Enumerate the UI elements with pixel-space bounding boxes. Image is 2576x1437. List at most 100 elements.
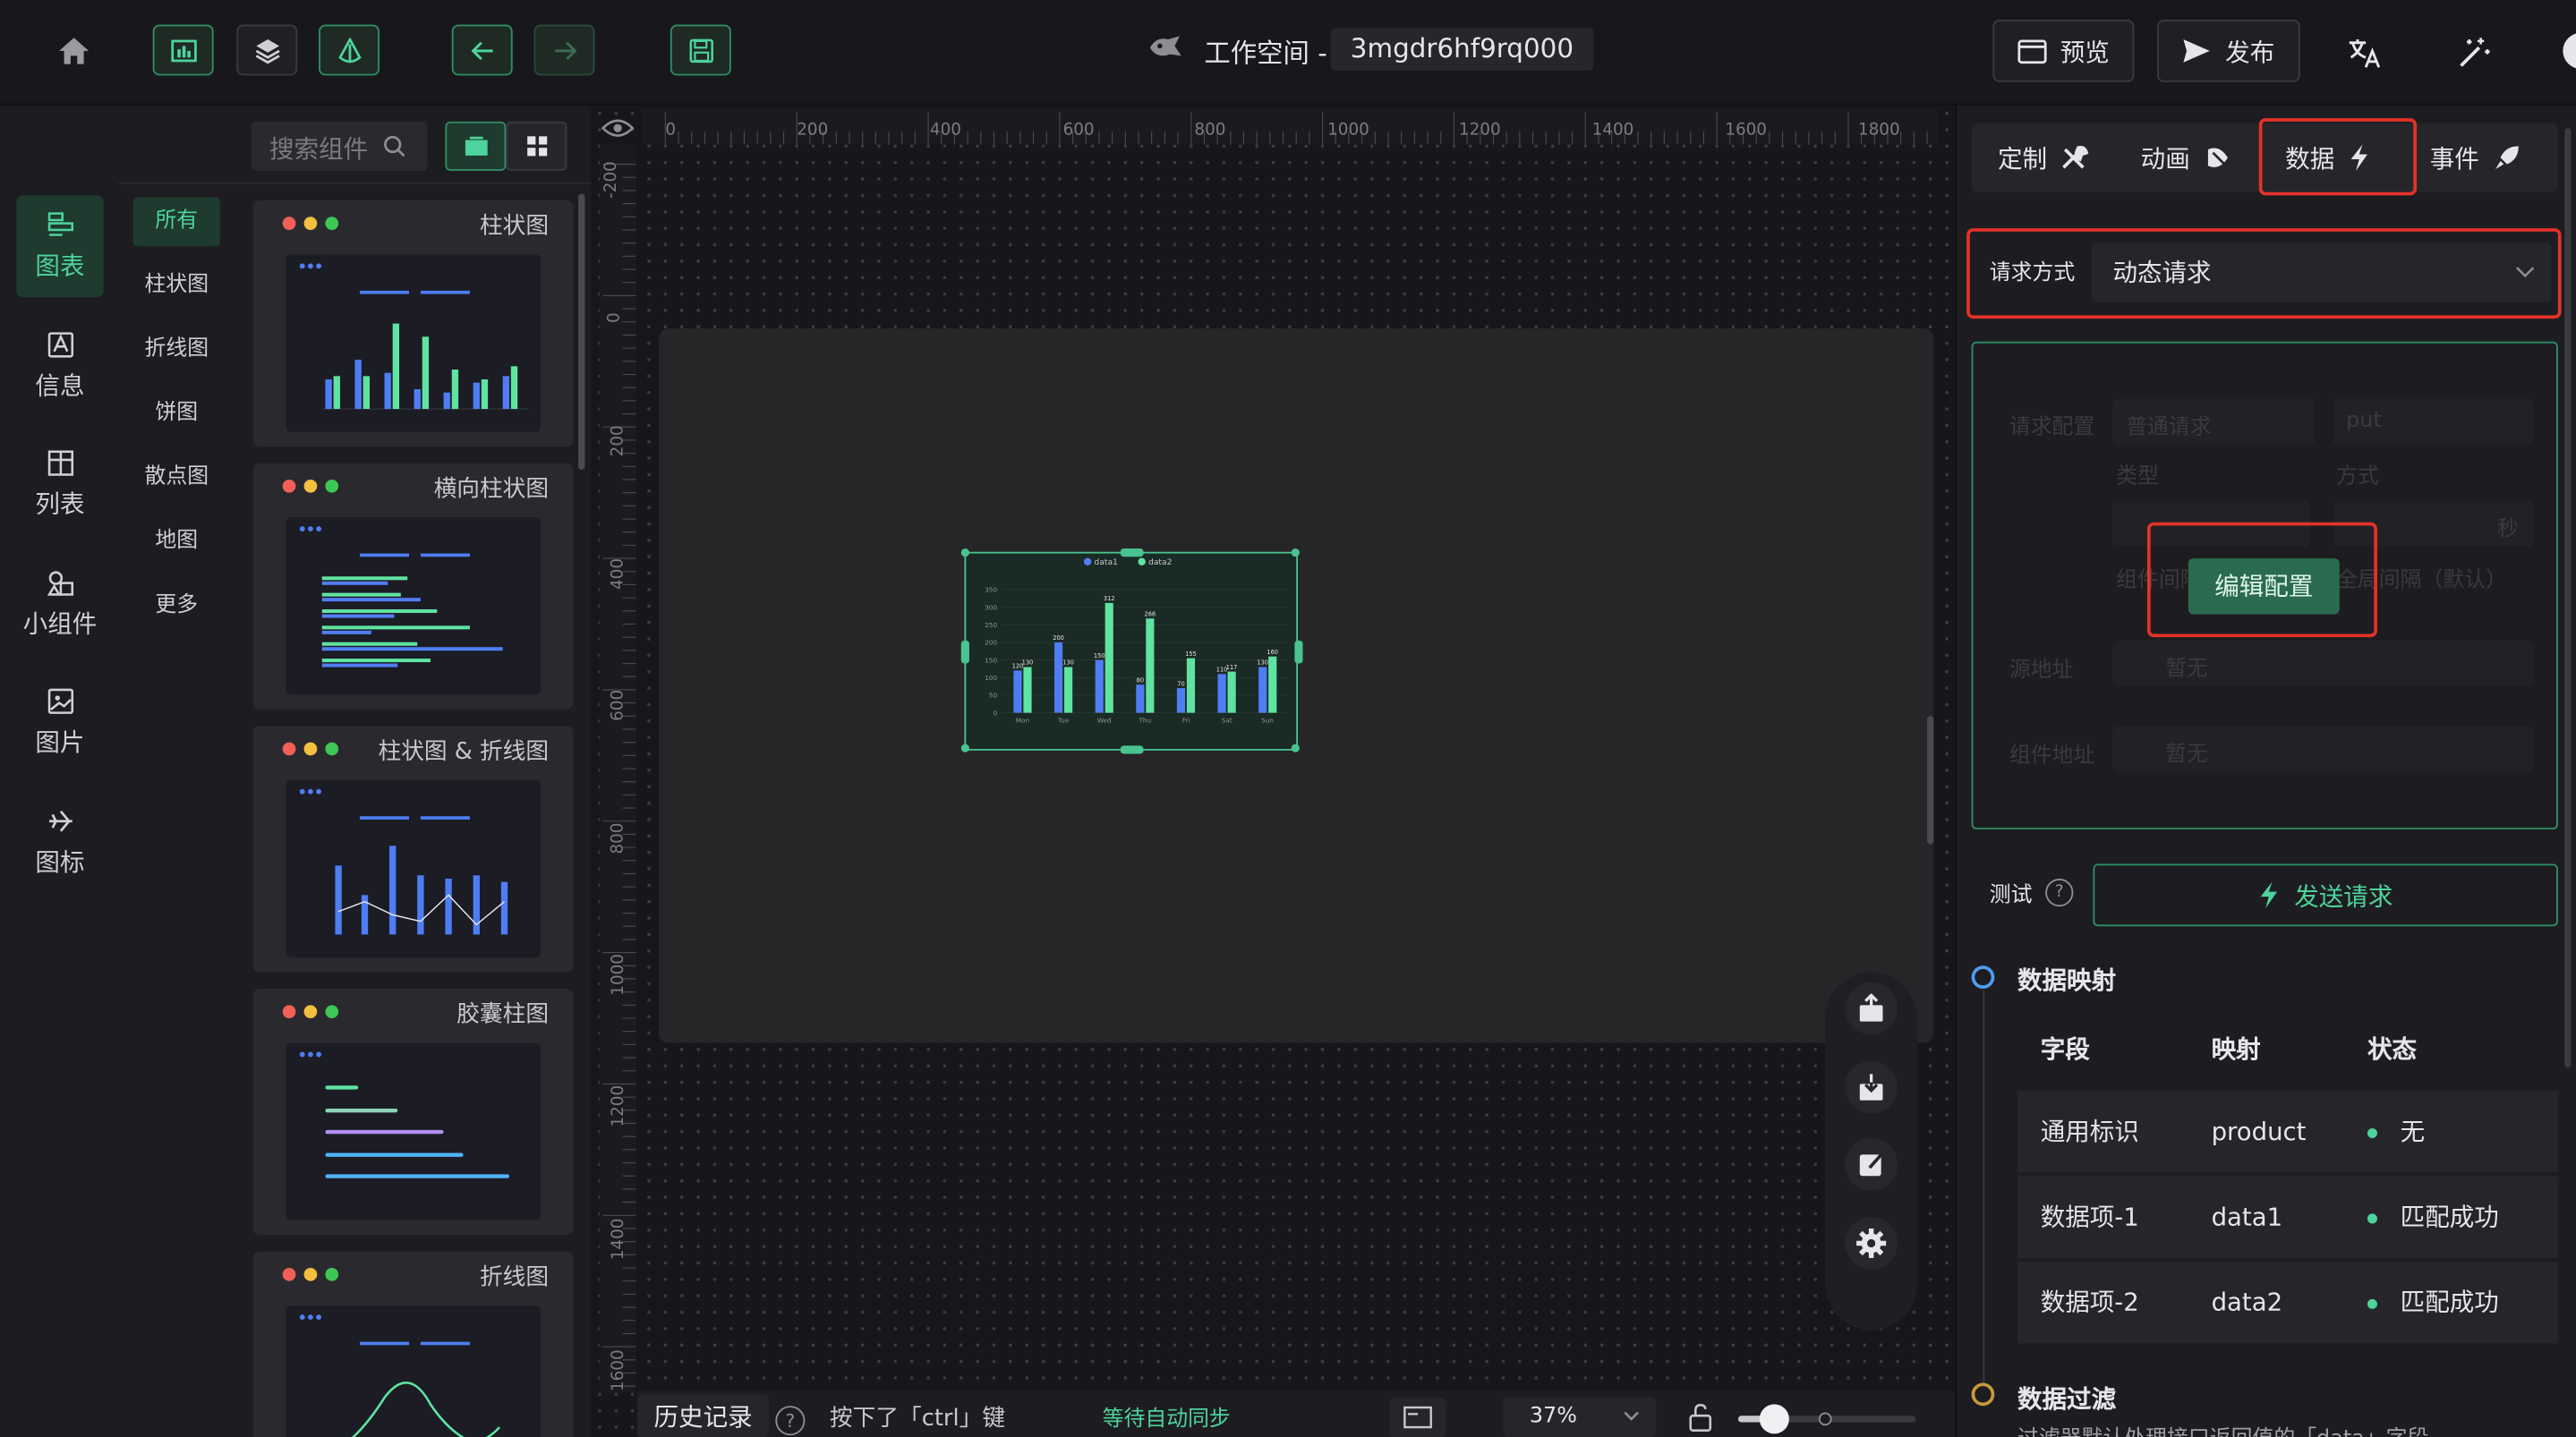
import-button[interactable]: [1845, 1060, 1898, 1114]
component-card-capsule[interactable]: 胶囊柱图: [252, 988, 574, 1236]
component-search-input[interactable]: 搜索组件: [251, 121, 428, 171]
horizontal-ruler: 0 200 400 600 800 1000 1200 1400 1600 18…: [640, 108, 1939, 145]
subnav-pie[interactable]: 饼图: [133, 389, 220, 438]
resize-handle[interactable]: [1120, 548, 1144, 557]
bar-data1: [1176, 688, 1186, 713]
tab-label: 动画: [2140, 143, 2190, 174]
grid-view-button[interactable]: [506, 121, 567, 171]
layers-button[interactable]: [236, 24, 298, 76]
help-icon[interactable]: ?: [2045, 878, 2074, 907]
ruler-tick: 0: [605, 312, 624, 324]
component-list-scrollbar[interactable]: [578, 193, 585, 470]
data-label: 200: [1053, 634, 1064, 642]
workspace-id: 3mgdr6hf9rq000: [1330, 28, 1594, 71]
highlight-box: [2146, 522, 2377, 638]
magic-wand-icon[interactable]: [2452, 31, 2497, 74]
lock-icon[interactable]: [1685, 1401, 1715, 1434]
ghost-label: 方式: [2336, 464, 2379, 489]
subnav-bar[interactable]: 柱状图: [133, 261, 220, 310]
ruler-tick: 600: [1062, 121, 1095, 140]
chart-subnav: 所有 柱状图 折线图 饼图 散点图 地图 更多: [118, 183, 237, 1437]
rail-item-list[interactable]: 列表: [16, 434, 103, 536]
subnav-line[interactable]: 折线图: [133, 325, 220, 374]
y-tick-label: 100: [985, 674, 997, 682]
data-label: 117: [1226, 664, 1238, 671]
subnav-scatter[interactable]: 散点图: [133, 454, 220, 503]
bar-data2: [1186, 658, 1196, 713]
ghost-label: 类型: [2116, 464, 2159, 489]
history-button[interactable]: 历史记录: [637, 1394, 770, 1437]
rail-item-charts[interactable]: 图表: [16, 195, 104, 298]
data-mapping-title: 数据映射: [2017, 965, 2117, 996]
subnav-map[interactable]: 地图: [133, 517, 220, 566]
ghost-field: 暂无: [2112, 726, 2534, 772]
component-card-bar[interactable]: 柱状图: [252, 200, 574, 447]
undo-button[interactable]: [451, 24, 513, 76]
ghost-label: 组件地址: [2009, 744, 2095, 770]
resize-handle[interactable]: [960, 744, 969, 753]
bar-data2: [1064, 667, 1073, 713]
data-filter-title: 数据过滤: [2017, 1384, 2117, 1415]
translate-icon[interactable]: [2342, 31, 2388, 74]
card-title: 胶囊柱图: [456, 1001, 550, 1029]
table-icon: [47, 450, 73, 476]
canvas-scrollbar[interactable]: [1927, 716, 1934, 845]
ruler-tick: 0: [665, 121, 677, 140]
tab-animation[interactable]: 动画: [2141, 123, 2233, 192]
send-request-button[interactable]: 发送请求: [2093, 863, 2558, 927]
edit-button[interactable]: [1845, 1138, 1898, 1191]
avatar[interactable]: [2563, 32, 2576, 70]
zoom-slider-thumb[interactable]: [1759, 1404, 1789, 1434]
resize-handle[interactable]: [1291, 548, 1300, 557]
details-panel-toggle-button[interactable]: [319, 24, 380, 76]
ghost-value: 暂无: [2165, 742, 2208, 768]
x-tick-label: Tue: [1057, 717, 1070, 725]
help-icon[interactable]: ?: [775, 1406, 806, 1436]
y-tick-label: 300: [985, 603, 997, 611]
rail-item-images[interactable]: 图片: [16, 672, 103, 774]
save-icon: [688, 38, 713, 63]
shapes-icon: [46, 571, 73, 596]
category-rail: 图表 信息 列表 小组件 图片 图标: [0, 105, 119, 1437]
component-card-horizontal-bar[interactable]: 横向柱状图: [252, 463, 574, 710]
rail-item-icons[interactable]: 图标: [16, 792, 103, 894]
status-dot: [2367, 1297, 2377, 1308]
resize-handle[interactable]: [1294, 640, 1303, 664]
single-column-view-button[interactable]: [445, 121, 507, 171]
tab-customize[interactable]: 定制: [1998, 123, 2090, 192]
ruler-tick: 1200: [610, 1084, 628, 1127]
status-cell: 匹配成功: [2367, 1176, 2499, 1258]
resize-handle[interactable]: [1291, 744, 1300, 753]
status-text: 匹配成功: [2400, 1288, 2499, 1318]
properties-scrollbar[interactable]: [2564, 128, 2572, 1068]
status-cell: 无: [2367, 1091, 2425, 1173]
selected-bar-chart[interactable]: data1 data2 0 50 100 150 200 250 300 350 120 130 M…: [960, 548, 1303, 754]
resize-handle[interactable]: [960, 640, 969, 664]
save-button[interactable]: [670, 24, 731, 76]
home-icon[interactable]: [49, 30, 98, 72]
chart-panel-toggle-button[interactable]: [152, 24, 214, 76]
subnav-more[interactable]: 更多: [133, 582, 220, 631]
resize-handle[interactable]: [960, 548, 969, 557]
image-icon: [47, 688, 73, 714]
redo-button[interactable]: [533, 24, 595, 76]
publish-label: 发布: [2225, 37, 2275, 67]
resize-handle[interactable]: [1120, 745, 1144, 754]
minimap-toggle-button[interactable]: [1389, 1398, 1446, 1437]
bar-data2: [1268, 656, 1277, 713]
zoom-slider[interactable]: [1737, 1404, 1916, 1434]
preview-button[interactable]: 预览: [1992, 20, 2135, 82]
ruler-tick: 1600: [610, 1349, 628, 1392]
component-card-line[interactable]: 折线图: [252, 1251, 574, 1437]
publish-button[interactable]: 发布: [2157, 20, 2300, 82]
zoom-select[interactable]: 37%: [1503, 1398, 1657, 1437]
settings-button[interactable]: [1845, 1217, 1898, 1270]
rail-item-widgets[interactable]: 小组件: [16, 554, 103, 656]
component-card-bar-line[interactable]: 柱状图 & 折线图: [252, 726, 574, 973]
subnav-all[interactable]: 所有: [132, 197, 220, 247]
tab-events[interactable]: 事件: [2430, 123, 2522, 192]
export-button[interactable]: [1845, 982, 1898, 1035]
ruler-tick: 1400: [610, 1218, 628, 1261]
eye-icon[interactable]: [600, 112, 635, 145]
rail-item-info[interactable]: 信息: [16, 315, 103, 417]
